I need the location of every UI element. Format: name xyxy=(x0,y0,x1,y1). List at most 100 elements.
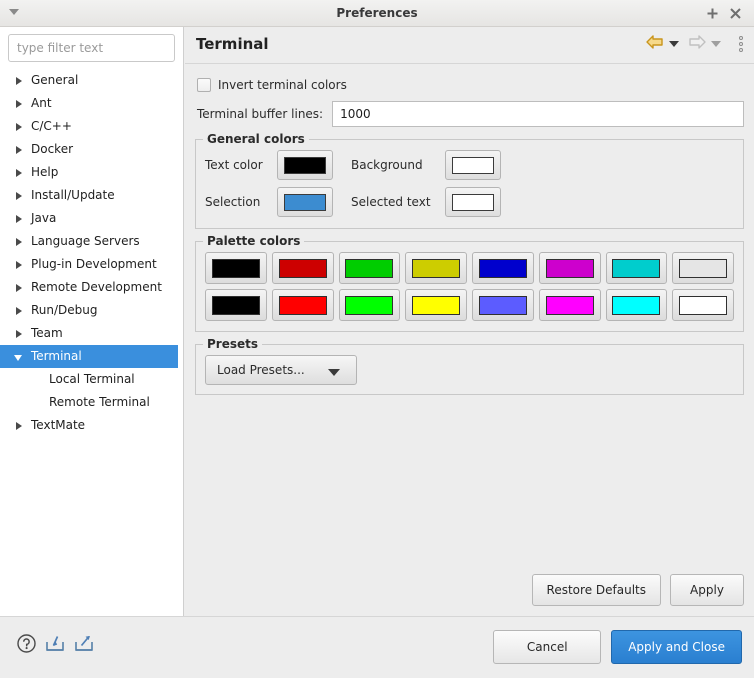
chevron-right-icon[interactable] xyxy=(16,192,22,200)
chevron-right-icon[interactable] xyxy=(16,422,22,430)
chevron-right-icon[interactable] xyxy=(16,215,22,223)
palette-color-button[interactable] xyxy=(672,252,734,284)
palette-color-button[interactable] xyxy=(538,252,601,284)
chevron-down-icon[interactable] xyxy=(328,369,340,376)
tree-item-textmate[interactable]: TextMate xyxy=(0,414,183,437)
tree-item-team[interactable]: Team xyxy=(0,322,183,345)
tree-item-label: Language Servers xyxy=(31,234,140,248)
tree-item-install-update[interactable]: Install/Update xyxy=(0,184,183,207)
back-arrow-icon[interactable] xyxy=(646,35,664,52)
chevron-right-icon[interactable] xyxy=(16,77,22,85)
tree-item-c-cpp[interactable]: C/C++ xyxy=(0,115,183,138)
chevron-right-icon[interactable] xyxy=(16,284,22,292)
chevron-right-icon[interactable] xyxy=(16,238,22,246)
apply-button[interactable]: Apply xyxy=(670,574,744,606)
selection-color-swatch xyxy=(284,193,326,211)
palette-color-button[interactable] xyxy=(605,252,668,284)
chevron-right-icon[interactable] xyxy=(16,261,22,269)
footer-buttons: Cancel Apply and Close xyxy=(493,630,742,664)
general-colors-row-1: Text color Background xyxy=(205,150,734,180)
chevron-right-icon[interactable] xyxy=(16,307,22,315)
palette-swatch-blue xyxy=(478,258,527,278)
palette-row-normal xyxy=(205,252,734,284)
chevron-down-icon[interactable] xyxy=(14,355,22,361)
chevron-right-icon[interactable] xyxy=(16,123,22,131)
tree-item-docker[interactable]: Docker xyxy=(0,138,183,161)
palette-color-button[interactable] xyxy=(271,289,334,321)
tree-item-local-terminal[interactable]: Local Terminal xyxy=(0,368,183,391)
preferences-window: Preferences General xyxy=(0,0,754,678)
palette-swatch-bright-yellow xyxy=(412,295,461,315)
terminal-buffer-lines-label: Terminal buffer lines: xyxy=(197,107,324,121)
palette-swatch-magenta xyxy=(545,258,594,278)
palette-swatch-green xyxy=(345,258,394,278)
forward-dropdown-chevron-icon xyxy=(711,40,721,47)
help-question-icon[interactable] xyxy=(16,633,37,654)
search-input[interactable] xyxy=(8,34,175,62)
invert-terminal-colors-row[interactable]: Invert terminal colors xyxy=(197,75,744,95)
presets-group: Presets Load Presets... xyxy=(195,337,744,395)
tree-item-help[interactable]: Help xyxy=(0,161,183,184)
general-colors-title: General colors xyxy=(203,132,309,146)
import-icon[interactable] xyxy=(44,633,66,654)
preferences-content: Terminal Invert terminal colors Terminal… xyxy=(185,27,754,616)
palette-color-button[interactable] xyxy=(271,252,334,284)
tree-item-remote-terminal[interactable]: Remote Terminal xyxy=(0,391,183,414)
terminal-settings-pane: Invert terminal colors Terminal buffer l… xyxy=(185,64,754,616)
palette-color-button[interactable] xyxy=(338,252,401,284)
palette-color-button[interactable] xyxy=(405,252,467,284)
chevron-right-icon[interactable] xyxy=(16,330,22,338)
chevron-right-icon[interactable] xyxy=(16,169,22,177)
restore-defaults-button[interactable]: Restore Defaults xyxy=(531,574,661,606)
selected-text-color-button[interactable] xyxy=(445,187,501,217)
close-icon[interactable] xyxy=(727,5,744,22)
tree-item-language-servers[interactable]: Language Servers xyxy=(0,230,183,253)
palette-swatch-cyan xyxy=(612,258,661,278)
palette-color-button[interactable] xyxy=(338,289,401,321)
tree-item-ant[interactable]: Ant xyxy=(0,92,183,115)
palette-color-button[interactable] xyxy=(205,289,267,321)
dialog-body: General Ant C/C++ Docker Help xyxy=(0,27,754,616)
terminal-buffer-lines-input[interactable] xyxy=(332,101,744,127)
chevron-right-icon[interactable] xyxy=(16,146,22,154)
background-color-button[interactable] xyxy=(445,150,501,180)
tree-item-java[interactable]: Java xyxy=(0,207,183,230)
vertical-dots-icon[interactable] xyxy=(736,35,746,52)
preferences-tree-panel: General Ant C/C++ Docker Help xyxy=(0,27,184,616)
plus-icon[interactable] xyxy=(704,5,721,22)
palette-color-button[interactable] xyxy=(405,289,467,321)
back-dropdown-chevron-icon[interactable] xyxy=(669,40,679,47)
palette-color-button[interactable] xyxy=(472,289,534,321)
filter-wrapper xyxy=(0,27,183,62)
tree-item-run-debug[interactable]: Run/Debug xyxy=(0,299,183,322)
chevron-right-icon[interactable] xyxy=(16,100,22,108)
tree-item-remote-development[interactable]: Remote Development xyxy=(0,276,183,299)
tree-item-label: Remote Development xyxy=(31,280,162,294)
invert-terminal-colors-checkbox[interactable] xyxy=(197,78,211,92)
palette-swatch-bright-cyan xyxy=(612,295,661,315)
terminal-buffer-lines-row: Terminal buffer lines: xyxy=(197,101,744,127)
tree-item-label: C/C++ xyxy=(31,119,72,133)
tree-item-label: Run/Debug xyxy=(31,303,98,317)
load-presets-dropdown[interactable]: Load Presets... xyxy=(205,355,357,385)
tree-item-terminal[interactable]: Terminal xyxy=(0,345,178,368)
text-color-button[interactable] xyxy=(277,150,333,180)
palette-color-button[interactable] xyxy=(672,289,734,321)
export-icon[interactable] xyxy=(73,633,95,654)
selection-color-button[interactable] xyxy=(277,187,333,217)
text-color-swatch xyxy=(284,156,326,174)
palette-color-button[interactable] xyxy=(472,252,534,284)
title-bar: Preferences xyxy=(0,0,754,27)
tree-item-general[interactable]: General xyxy=(0,69,183,92)
tree-item-plug-in-development[interactable]: Plug-in Development xyxy=(0,253,183,276)
palette-color-button[interactable] xyxy=(538,289,601,321)
palette-swatch-bright-white xyxy=(679,295,728,315)
palette-swatch-bright-blue xyxy=(478,295,527,315)
palette-color-button[interactable] xyxy=(605,289,668,321)
window-title: Preferences xyxy=(336,6,418,20)
apply-and-close-button[interactable]: Apply and Close xyxy=(611,630,742,664)
tree-item-label: Terminal xyxy=(31,349,82,363)
palette-color-button[interactable] xyxy=(205,252,267,284)
tree-item-label: Plug-in Development xyxy=(31,257,157,271)
cancel-button[interactable]: Cancel xyxy=(493,630,602,664)
